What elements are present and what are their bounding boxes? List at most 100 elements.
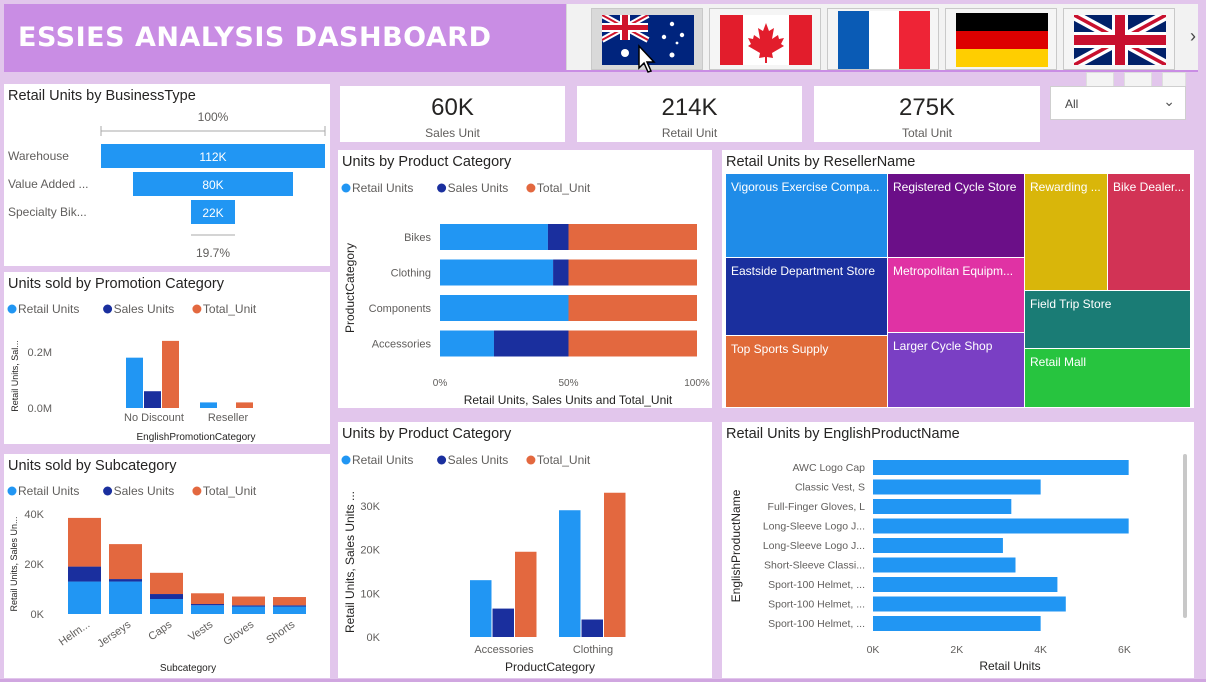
legend-marker bbox=[437, 455, 447, 465]
france-flag-button[interactable] bbox=[827, 8, 939, 70]
uk-flag-button[interactable] bbox=[1063, 8, 1175, 70]
x-tick-label: 2K bbox=[950, 644, 963, 656]
legend-label: Sales Units bbox=[114, 484, 175, 498]
stacked-segment-sales-units bbox=[493, 330, 569, 357]
stacked-segment-retail-units bbox=[273, 606, 306, 614]
legend-label: Total_Unit bbox=[203, 484, 257, 498]
stacked-segment-sales-units bbox=[68, 566, 101, 582]
y-tick-label: Clothing bbox=[391, 268, 431, 280]
stacked-segment-total-unit bbox=[273, 597, 306, 606]
funnel-bottom-percent: 19.7% bbox=[196, 246, 230, 260]
stacked-segment-retail-units bbox=[191, 605, 224, 614]
product-bar bbox=[873, 479, 1041, 495]
bar-retail-units bbox=[559, 510, 581, 637]
legend-marker bbox=[103, 486, 113, 496]
x-axis-title: Subcategory bbox=[160, 663, 216, 674]
legend-label: Total_Unit bbox=[203, 302, 257, 316]
x-tick-label: Clothing bbox=[573, 644, 613, 656]
x-axis-title: ProductCategory bbox=[505, 660, 595, 674]
y-tick-label: Full-Finger Gloves, L bbox=[768, 501, 866, 513]
kpi-sales-unit-card: 60K Sales Unit bbox=[340, 86, 565, 142]
dashboard-title: ESSIES ANALYSIS DASHBOARD bbox=[18, 22, 492, 53]
product-bar bbox=[873, 596, 1066, 612]
legend-marker bbox=[7, 486, 17, 496]
canada-flag-button[interactable] bbox=[709, 8, 821, 70]
more-options-icon[interactable] bbox=[1162, 72, 1186, 86]
y-tick-label: AWC Logo Cap bbox=[792, 462, 865, 474]
product-bar bbox=[873, 557, 1016, 573]
x-tick-label: Jerseys bbox=[95, 618, 133, 650]
y-axis-title: Retail Units, Sal... bbox=[10, 340, 20, 412]
bar-sales-units bbox=[144, 391, 161, 408]
y-tick-label: 0K bbox=[367, 632, 381, 644]
category-column-chart: Retail Units Sales Units Total_Unit 0K 10K 20… bbox=[341, 453, 626, 674]
product-bar bbox=[873, 616, 1041, 631]
y-tick-label: 30K bbox=[360, 501, 380, 513]
legend-label: Retail Units bbox=[18, 302, 79, 316]
dashboard-canvas: ESSIES ANALYSIS DASHBOARD › 60K Sales Un… bbox=[0, 0, 1206, 682]
product-name-bar-chart: AWC Logo Cap Classic Vest, S Full-Finger G… bbox=[729, 454, 1187, 673]
treemap-tile-label: Bike Dealer... bbox=[1113, 180, 1184, 194]
stacked-segment-total-unit bbox=[568, 224, 697, 250]
y-tick-label: Components bbox=[369, 303, 432, 315]
slicer-value: All bbox=[1065, 97, 1079, 111]
kpi-label: Retail Unit bbox=[661, 126, 718, 140]
stacked-segment-sales-units bbox=[150, 594, 183, 600]
y-tick-label: Sport-100 Helmet, ... bbox=[768, 618, 865, 630]
product-name-chart-card: Retail Units by EnglishProductName AWC L… bbox=[722, 422, 1194, 678]
funnel-value-label: 112K bbox=[199, 150, 226, 164]
legend-label: Sales Units bbox=[448, 453, 509, 467]
kpi-value: 60K bbox=[431, 94, 474, 121]
subcategory-chart-card: Units sold by Subcategory Retail Units Sa… bbox=[4, 454, 330, 678]
stacked-segment-retail-units bbox=[109, 581, 142, 614]
x-tick-label: Shorts bbox=[264, 618, 297, 646]
legend-label: Retail Units bbox=[352, 181, 413, 195]
y-tick-label: 0K bbox=[31, 609, 45, 621]
y-tick-label: Classic Vest, S bbox=[795, 482, 865, 494]
stacked-segment-sales-units bbox=[273, 605, 306, 607]
funnel-chart: 100% Warehouse 112K Value Added ... 80K Speci… bbox=[8, 110, 326, 260]
stacked-segment-total-unit bbox=[568, 259, 697, 286]
stacked-segment-total-unit bbox=[68, 517, 101, 567]
dropdown-slicer[interactable]: All ⌄ bbox=[1050, 86, 1186, 120]
treemap-tile-label: Metropolitan Equipm... bbox=[893, 264, 1013, 278]
x-tick-label: Accessories bbox=[474, 644, 534, 656]
product-bar bbox=[873, 518, 1129, 534]
subcategory-stacked-chart: Retail Units Sales Units Total_Unit 0K 20K 40… bbox=[7, 484, 306, 674]
funnel-top-percent: 100% bbox=[198, 110, 229, 124]
product-bar bbox=[873, 538, 1003, 553]
treemap-tile-label: Larger Cycle Shop bbox=[893, 339, 993, 353]
legend-label: Total_Unit bbox=[537, 181, 591, 195]
chevron-right-icon[interactable]: › bbox=[1190, 26, 1196, 47]
x-tick-label: Caps bbox=[146, 618, 174, 643]
treemap-tile-label: Eastside Department Store bbox=[731, 264, 875, 278]
bar-retail-units bbox=[126, 357, 143, 408]
y-tick-label: Long-Sleeve Logo J... bbox=[763, 540, 865, 552]
chevron-down-icon: ⌄ bbox=[1163, 93, 1175, 109]
x-tick-label: Gloves bbox=[221, 618, 256, 648]
y-axis-title: Retail Units, Sales Units ... bbox=[343, 491, 357, 633]
kpi-label: Total Unit bbox=[901, 126, 953, 140]
filter-icon[interactable] bbox=[1086, 72, 1114, 86]
y-tick-label: Short-Sleeve Classi... bbox=[764, 560, 865, 572]
legend-marker bbox=[526, 455, 536, 465]
treemap-tile-label: Registered Cycle Store bbox=[893, 180, 1017, 194]
country-flag-slicer: › bbox=[566, 4, 1198, 70]
category-100pct-bar-chart: Retail Units Sales Units Total_Unit Bikes Cl… bbox=[341, 181, 710, 407]
stacked-segment-retail-units bbox=[440, 224, 548, 250]
x-tick-label: No Discount bbox=[124, 412, 184, 424]
legend-marker bbox=[341, 183, 351, 193]
mouse-cursor-icon bbox=[638, 44, 656, 73]
legend-label: Total_Unit bbox=[537, 453, 591, 467]
focus-mode-icon[interactable] bbox=[1124, 72, 1152, 86]
bar-sales-units bbox=[492, 608, 514, 637]
germany-flag-button[interactable] bbox=[945, 8, 1057, 70]
x-tick-label: 100% bbox=[684, 378, 710, 389]
legend-marker bbox=[103, 304, 113, 314]
treemap-tile-label: Retail Mall bbox=[1030, 355, 1086, 369]
y-tick-label: Sport-100 Helmet, ... bbox=[768, 579, 865, 591]
x-axis-title: EnglishPromotionCategory bbox=[137, 432, 256, 443]
product-bar bbox=[873, 460, 1129, 475]
stacked-segment-total-unit bbox=[191, 593, 224, 605]
stacked-segment-retail-units bbox=[440, 295, 569, 321]
